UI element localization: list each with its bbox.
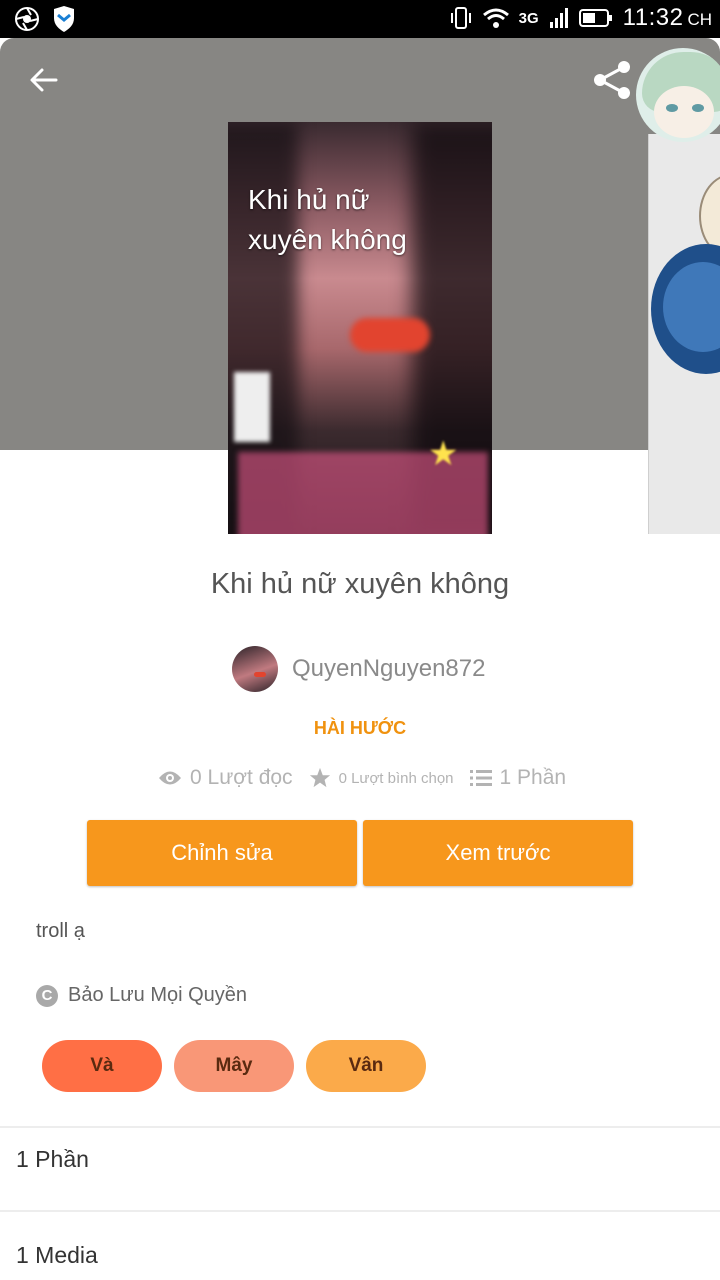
eye-icon <box>159 771 181 785</box>
story-cover-image[interactable]: ★ Khi hủ nữ xuyên không <box>228 122 492 534</box>
sparkle-decoration: ★ <box>428 435 459 473</box>
tag-chip[interactable]: Mây <box>174 1040 294 1092</box>
story-description: troll ạ <box>36 920 85 942</box>
genre-label[interactable]: HÀI HƯỚC <box>0 718 720 739</box>
votes-stat: 0 Lượt bình chọn <box>309 767 454 789</box>
next-story-preview[interactable] <box>648 134 720 534</box>
story-title: Khi hủ nữ xuyên không <box>210 568 510 600</box>
status-bar: 3G 11:32 CH <box>0 0 720 38</box>
signal-icon <box>549 8 568 28</box>
cover-title-text: Khi hủ nữ xuyên không <box>248 184 407 255</box>
story-stats: 0 Lượt đọc 0 Lượt bình chọn 1 Phần <box>158 766 582 790</box>
preview-button[interactable]: Xem trước <box>363 820 633 886</box>
parts-count: 1 Phần <box>499 766 567 789</box>
network-label: 3G <box>518 9 539 27</box>
author-name[interactable]: QuyenNguyen872 <box>292 655 485 683</box>
camera-app-icon <box>15 7 39 31</box>
edit-button[interactable]: Chỉnh sửa <box>87 820 357 886</box>
battery-icon <box>578 9 612 27</box>
wifi-icon <box>482 8 509 28</box>
shield-app-icon <box>54 6 74 32</box>
votes-count: 0 Lượt bình chọn <box>338 769 454 787</box>
copyright-row: C Bảo Lưu Mọi Quyền <box>36 984 247 1007</box>
media-section-row[interactable]: 1 Media <box>16 1242 98 1269</box>
tag-chip[interactable]: Vân <box>306 1040 426 1092</box>
copyright-icon: C <box>36 984 58 1007</box>
user-avatar[interactable] <box>636 48 720 142</box>
author-avatar[interactable] <box>232 646 278 692</box>
list-icon <box>469 770 492 786</box>
divider <box>0 1210 720 1212</box>
tag-chip[interactable]: Và <box>42 1040 162 1092</box>
clock-suffix: CH <box>687 10 712 29</box>
parts-stat: 1 Phần <box>469 766 567 790</box>
parts-section-row[interactable]: 1 Phần <box>16 1146 89 1173</box>
copyright-label: Bảo Lưu Mọi Quyền <box>68 984 248 1006</box>
star-icon <box>309 767 330 788</box>
author-row[interactable]: QuyenNguyen872 <box>232 646 485 692</box>
vibrate-icon <box>450 7 471 29</box>
back-arrow-icon[interactable] <box>24 60 64 100</box>
divider <box>0 1126 720 1128</box>
reads-count: 0 Lượt đọc <box>190 766 293 789</box>
reads-stat: 0 Lượt đọc <box>158 766 293 790</box>
share-icon[interactable] <box>590 58 634 102</box>
clock: 11:32 <box>622 4 684 31</box>
